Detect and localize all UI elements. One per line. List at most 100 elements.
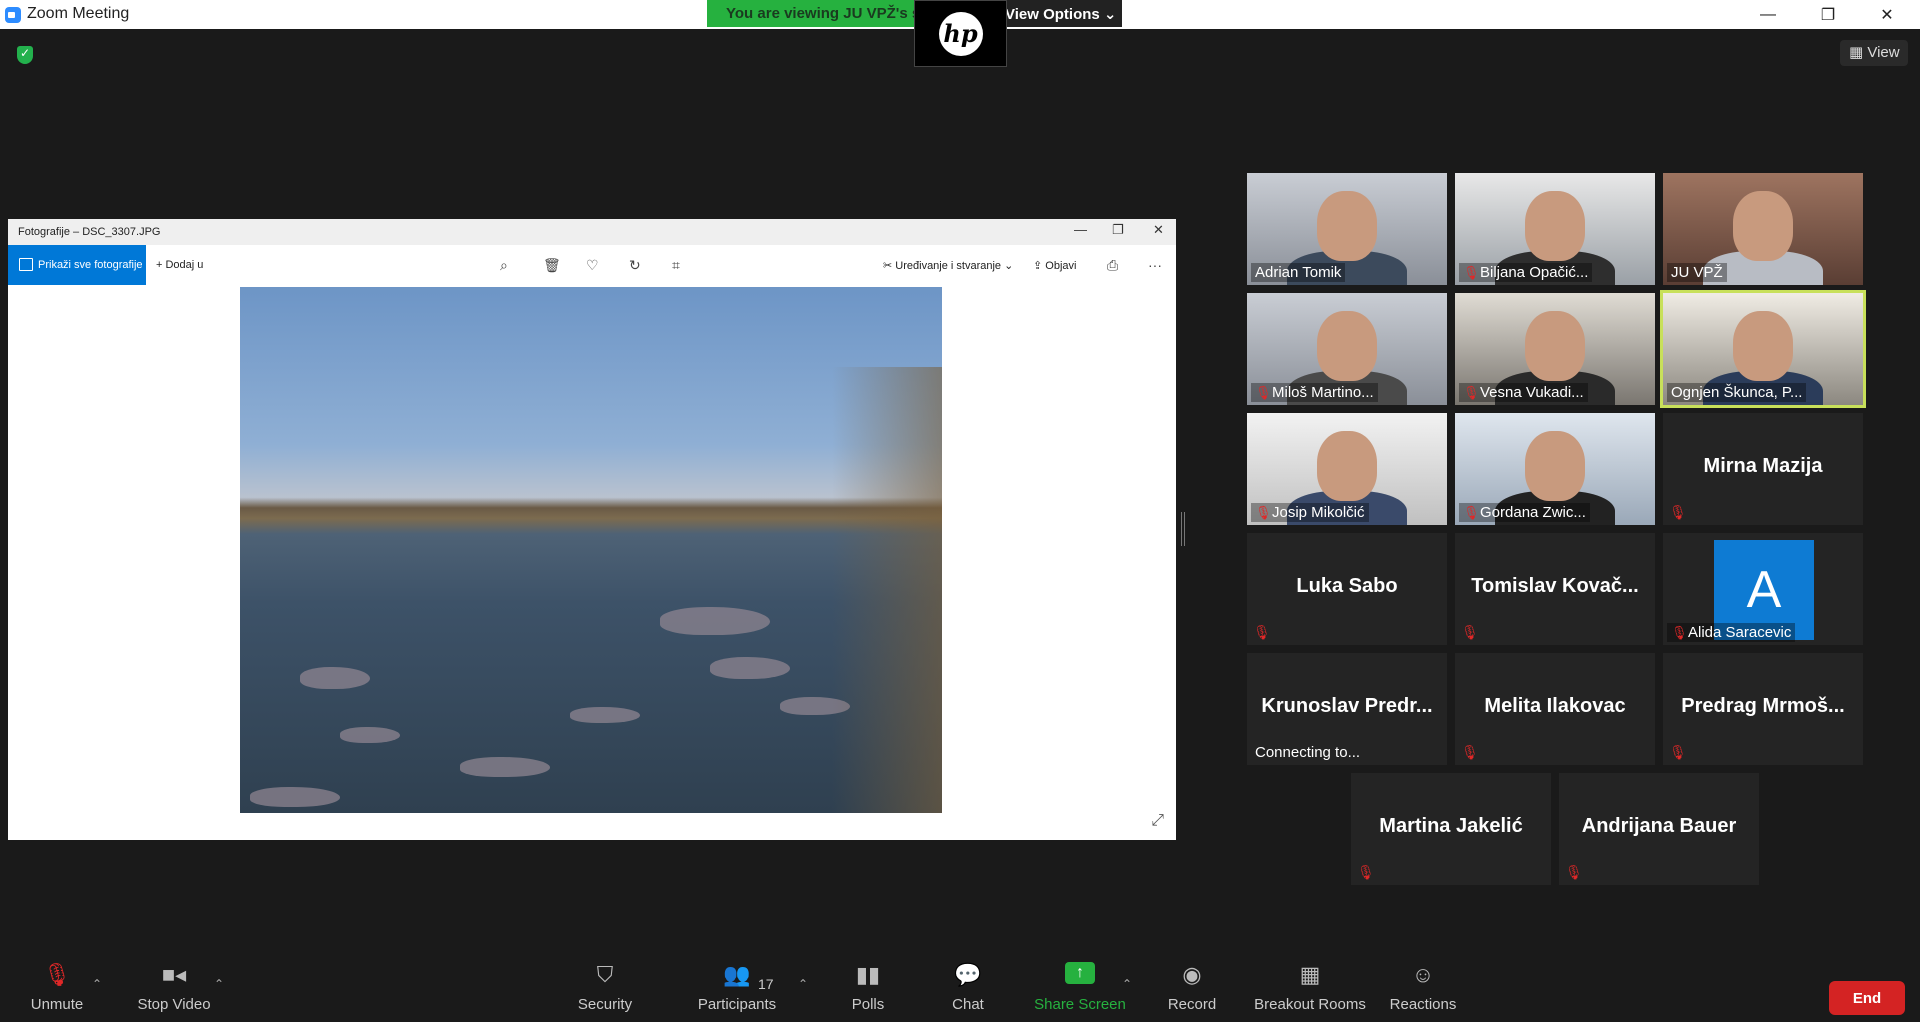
- participant-tile[interactable]: Adrian Tomik: [1247, 173, 1447, 285]
- security-label: Security: [577, 996, 633, 1013]
- audio-options-chevron-icon[interactable]: ⌃: [92, 977, 102, 991]
- share-screen-icon-wrap: ↑: [1030, 950, 1130, 988]
- share-label: Objavi: [1045, 260, 1077, 272]
- photos-restore-icon[interactable]: ❐: [1112, 222, 1124, 238]
- polls-chart-icon: ▮▮: [855, 962, 881, 987]
- reactions-smiley-icon: ☺: [1411, 962, 1435, 987]
- add-to-label: Dodaj u: [165, 259, 204, 271]
- participant-name: Tomislav Kovač...: [1471, 575, 1639, 597]
- delete-icon[interactable]: 🗑: [543, 257, 561, 274]
- unmute-label: Unmute: [30, 996, 84, 1013]
- breakout-rooms-grid-icon: ▦: [1299, 962, 1321, 987]
- close-button[interactable]: ✕: [1864, 0, 1910, 29]
- record-label: Record: [1167, 996, 1217, 1013]
- mic-muted-icon: 🎙: [1253, 624, 1271, 640]
- participant-name: 🎙Josip Mikolčić: [1251, 503, 1369, 522]
- mic-muted-icon: 🎙: [1671, 625, 1688, 640]
- window-title: Zoom Meeting: [27, 5, 130, 22]
- participant-name: Melita Ilakovac: [1484, 695, 1626, 717]
- participant-name: Andrijana Bauer: [1581, 815, 1737, 837]
- participants-options-chevron-icon[interactable]: ⌃: [798, 977, 808, 991]
- participant-tile[interactable]: Mirna Mazija 🎙: [1663, 413, 1863, 525]
- participant-tile[interactable]: Tomislav Kovač... 🎙: [1455, 533, 1655, 645]
- record-circle-icon: ◉: [1182, 962, 1202, 987]
- breakout-rooms-label: Breakout Rooms: [1254, 996, 1366, 1013]
- polls-button[interactable]: ▮▮ Polls: [840, 950, 896, 1013]
- minimize-button[interactable]: —: [1745, 0, 1791, 29]
- participant-name: 🎙Vesna Vukadi...: [1459, 383, 1588, 402]
- security-shield-icon[interactable]: [17, 46, 33, 64]
- restore-button[interactable]: ❐: [1805, 0, 1851, 29]
- participant-tile-active-speaker[interactable]: Ognjen Škunca, P...: [1660, 290, 1866, 408]
- participant-tile[interactable]: A 🎙Alida Saracevic: [1663, 533, 1863, 645]
- participant-name: 🎙Gordana Zwic...: [1459, 503, 1590, 522]
- participant-tile[interactable]: Melita Ilakovac 🎙: [1455, 653, 1655, 765]
- participant-tile[interactable]: Krunoslav Predr... Connecting to...: [1247, 653, 1447, 765]
- view-layout-button[interactable]: ▦ View: [1840, 40, 1908, 66]
- share-button[interactable]: ⇪ Objavi: [1033, 259, 1076, 272]
- photos-minimize-icon[interactable]: —: [1074, 222, 1087, 237]
- reactions-label: Reactions: [1389, 996, 1457, 1013]
- share-screen-label: Share Screen: [1034, 996, 1126, 1013]
- photos-titlebar: Fotografije – DSC_3307.JPG — ❐ ✕: [8, 219, 1176, 245]
- stop-video-label: Stop Video: [137, 996, 211, 1013]
- print-icon[interactable]: ⎙: [1107, 257, 1118, 274]
- participant-name: Mirna Mazija: [1703, 455, 1823, 477]
- shared-screen-photos-window: Fotografije – DSC_3307.JPG — ❐ ✕ Prikaži…: [8, 219, 1176, 840]
- mic-muted-icon: 🎙: [1565, 864, 1583, 880]
- participant-tile[interactable]: 🎙Vesna Vukadi...: [1455, 293, 1655, 405]
- add-to-button[interactable]: + Dodaj u: [156, 259, 203, 271]
- security-button[interactable]: ⛉ Security: [570, 950, 640, 1013]
- panel-resize-handle[interactable]: [1181, 512, 1185, 546]
- reactions-button[interactable]: ☺ Reactions: [1388, 950, 1458, 1013]
- participant-tile[interactable]: 🎙Josip Mikolčić: [1247, 413, 1447, 525]
- participant-name: Luka Sabo: [1296, 575, 1398, 597]
- record-button[interactable]: ◉ Record: [1162, 950, 1222, 1013]
- photos-toolbar: Prikaži sve fotografije + Dodaj u ⌕ 🗑 ♡ …: [8, 245, 1176, 285]
- participant-tile[interactable]: 🎙Biljana Opačić...: [1455, 173, 1655, 285]
- mic-muted-icon: 🎙: [1461, 624, 1479, 640]
- participant-tile[interactable]: 🎙Miloš Martino...: [1247, 293, 1447, 405]
- crop-icon[interactable]: ⌗: [672, 257, 680, 274]
- unmute-button[interactable]: 🎙 Unmute: [22, 950, 92, 1013]
- breakout-rooms-button[interactable]: ▦ Breakout Rooms: [1250, 950, 1370, 1013]
- video-options-chevron-icon[interactable]: ⌃: [214, 977, 224, 991]
- mic-muted-icon: 🎙: [1255, 505, 1272, 520]
- end-meeting-button[interactable]: End: [1829, 981, 1905, 1015]
- share-screen-button[interactable]: ↑ Share Screen: [1030, 950, 1130, 1013]
- participant-name: JU VPŽ: [1667, 263, 1727, 282]
- photos-title: Fotografije – DSC_3307.JPG: [18, 226, 161, 238]
- participant-tile[interactable]: Martina Jakelić 🎙: [1351, 773, 1551, 885]
- show-all-photos-button[interactable]: Prikaži sve fotografije: [8, 245, 146, 285]
- zoom-icon[interactable]: ⌕: [500, 257, 508, 274]
- displayed-photo-frozen-lake: [240, 287, 942, 813]
- mic-muted-icon: 🎙: [1463, 385, 1480, 400]
- participant-tile[interactable]: Luka Sabo 🎙: [1247, 533, 1447, 645]
- meeting-toolbar: 🎙 Unmute ⌃ ■◂ Stop Video ⌃ ⛉ Security 👥 …: [0, 950, 1920, 1022]
- mic-muted-icon: 🎙: [1669, 504, 1687, 520]
- favorite-icon[interactable]: ♡: [586, 257, 599, 274]
- participant-tile[interactable]: Andrijana Bauer 🎙: [1559, 773, 1759, 885]
- view-options-button[interactable]: View Options ⌄: [997, 0, 1122, 27]
- polls-label: Polls: [851, 996, 885, 1013]
- photos-close-icon[interactable]: ✕: [1153, 222, 1164, 238]
- mic-muted-icon: 🎙: [1357, 864, 1375, 880]
- participant-tile[interactable]: Predrag Mrmoš... 🎙: [1663, 653, 1863, 765]
- participants-label: Participants: [697, 996, 777, 1013]
- chat-button[interactable]: 💬 Chat: [940, 950, 996, 1013]
- more-options-icon[interactable]: ···: [1148, 257, 1162, 273]
- participant-tile[interactable]: JU VPŽ: [1663, 173, 1863, 285]
- rotate-icon[interactable]: ↻: [629, 257, 641, 274]
- fullscreen-icon[interactable]: ⤢: [1151, 812, 1164, 830]
- participant-tile[interactable]: 🎙Gordana Zwic...: [1455, 413, 1655, 525]
- share-options-chevron-icon[interactable]: ⌃: [1122, 977, 1132, 991]
- stop-video-button[interactable]: ■◂ Stop Video: [132, 950, 216, 1013]
- mic-muted-icon: 🎙: [1669, 744, 1687, 760]
- edit-create-button[interactable]: ✂ Uređivanje i stvaranje ⌄: [883, 259, 1013, 272]
- share-screen-arrow-icon: ↑: [1065, 962, 1095, 984]
- mic-muted-icon: 🎙: [1461, 744, 1479, 760]
- chat-label: Chat: [952, 996, 984, 1013]
- participant-name: Predrag Mrmoš...: [1681, 695, 1845, 717]
- hp-logo-overlay: hp: [914, 0, 1007, 67]
- participants-count-badge: 17: [758, 976, 774, 992]
